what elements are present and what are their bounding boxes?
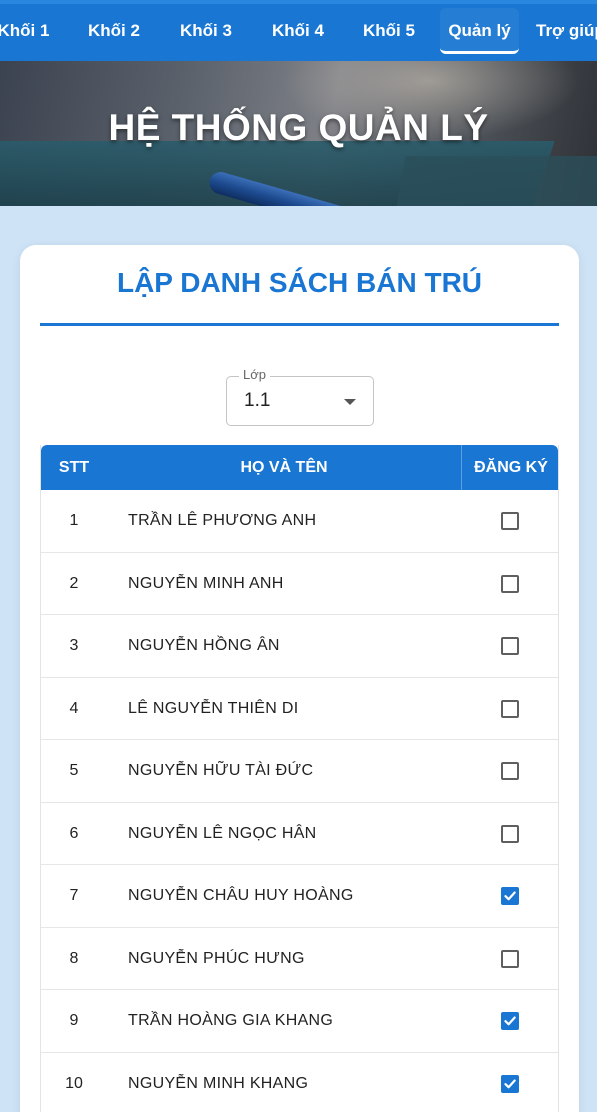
class-select[interactable]: Lớp 1.1 <box>226 367 374 426</box>
row-stt: 10 <box>65 1074 83 1092</box>
row-stt: 9 <box>69 1012 79 1029</box>
class-select-value: 1.1 <box>244 390 271 411</box>
register-checkbox[interactable] <box>501 574 519 593</box>
register-checkbox[interactable] <box>501 949 519 968</box>
tab-khoi-1[interactable]: Khối 1 <box>0 8 65 54</box>
row-student-name: NGUYỄN MINH ANH <box>128 574 284 592</box>
table-row: 3 NGUYỄN HỒNG ÂN <box>41 615 558 678</box>
row-student-name: NGUYỄN PHÚC HƯNG <box>128 949 305 967</box>
checkmark-icon <box>504 1079 516 1088</box>
row-student-name: NGUYỄN HỮU TÀI ĐỨC <box>128 762 314 779</box>
row-student-name: NGUYỄN MINH KHANG <box>128 1074 309 1092</box>
hero-banner: HỆ THỐNG QUẢN LÝ <box>0 61 597 206</box>
header-stt: STT <box>58 459 90 476</box>
student-table: STT HỌ VÀ TÊN ĐĂNG KÝ 1 TRẦN LÊ PHƯƠNG AN… <box>40 445 559 1112</box>
table-row: 6 NGUYỄN LÊ NGỌC HÂN <box>41 803 558 865</box>
checkmark-icon <box>504 891 516 901</box>
row-student-name: TRẦN HOÀNG GIA KHANG <box>128 1012 334 1029</box>
main-card: LẬP DANH SÁCH BÁN TRÚ Lớp 1.1 STT HỌ VÀ … <box>20 245 579 1112</box>
header-register: ĐĂNG KÝ <box>461 445 560 490</box>
row-stt: 2 <box>69 574 79 592</box>
row-student-name: TRẦN LÊ PHƯƠNG ANH <box>128 512 317 529</box>
banner-notebook-edge <box>394 156 597 206</box>
header-name: HỌ VÀ TÊN <box>240 459 328 476</box>
table-header: STT HỌ VÀ TÊN ĐĂNG KÝ <box>41 445 558 490</box>
register-checkbox[interactable] <box>501 762 519 780</box>
caret-down-icon <box>344 399 356 405</box>
row-stt: 5 <box>69 762 79 779</box>
row-stt: 1 <box>69 512 79 529</box>
table-row: 5 NGUYỄN HỮU TÀI ĐỨC <box>41 740 558 803</box>
class-select-label: Lớp <box>239 367 270 382</box>
table-row: 4 LÊ NGUYỄN THIÊN DI <box>41 678 558 740</box>
table-body: 1 TRẦN LÊ PHƯƠNG ANH 2 NGUYỄN MINH ANH 3 NGUY… <box>41 490 558 1112</box>
table-row: 1 TRẦN LÊ PHƯƠNG ANH <box>41 490 558 553</box>
top-navigation: Khối 1 Khối 2 Khối 3 Khối 4 Khối 5 Quản … <box>0 0 597 61</box>
table-row: 8 NGUYỄN PHÚC HƯNG <box>41 928 558 990</box>
row-student-name: NGUYỄN LÊ NGỌC HÂN <box>128 824 317 842</box>
page-title: HỆ THỐNG QUẢN LÝ <box>108 107 489 148</box>
row-stt: 7 <box>69 887 79 904</box>
card-title: LẬP DANH SÁCH BÁN TRÚ <box>116 267 483 298</box>
tab-khoi-2[interactable]: Khối 2 <box>74 8 154 54</box>
tab-tro-giup[interactable]: Trợ giúp <box>528 8 597 54</box>
title-divider <box>40 323 559 326</box>
row-student-name: NGUYỄN CHÂU HUY HOÀNG <box>128 887 354 904</box>
table-row: 9 TRẦN HOÀNG GIA KHANG <box>41 990 558 1053</box>
register-checkbox[interactable] <box>501 512 519 530</box>
checkmark-icon <box>504 1016 516 1026</box>
table-row: 10 NGUYỄN MINH KHANG <box>41 1053 558 1112</box>
tab-khoi-3[interactable]: Khối 3 <box>165 8 247 54</box>
row-stt: 8 <box>69 949 79 967</box>
register-checkbox[interactable] <box>501 824 519 843</box>
table-row: 2 NGUYỄN MINH ANH <box>41 553 558 615</box>
register-checkbox[interactable] <box>501 637 519 655</box>
table-row: 7 NGUYỄN CHÂU HUY HOÀNG <box>41 865 558 928</box>
row-stt: 3 <box>69 637 79 654</box>
row-stt: 4 <box>69 699 79 717</box>
row-student-name: LÊ NGUYỄN THIÊN DI <box>128 699 299 717</box>
nav-top-strip <box>0 0 597 4</box>
tab-quan-ly[interactable]: Quản lý <box>440 8 519 54</box>
row-student-name: NGUYỄN HỒNG ÂN <box>128 637 280 654</box>
register-checkbox[interactable] <box>501 1074 519 1093</box>
register-checkbox[interactable] <box>501 699 519 718</box>
tab-khoi-4[interactable]: Khối 4 <box>257 8 339 54</box>
row-stt: 6 <box>69 824 79 842</box>
register-checkbox[interactable] <box>501 887 519 905</box>
tab-khoi-5[interactable]: Khối 5 <box>348 8 430 54</box>
register-checkbox[interactable] <box>501 1012 519 1030</box>
